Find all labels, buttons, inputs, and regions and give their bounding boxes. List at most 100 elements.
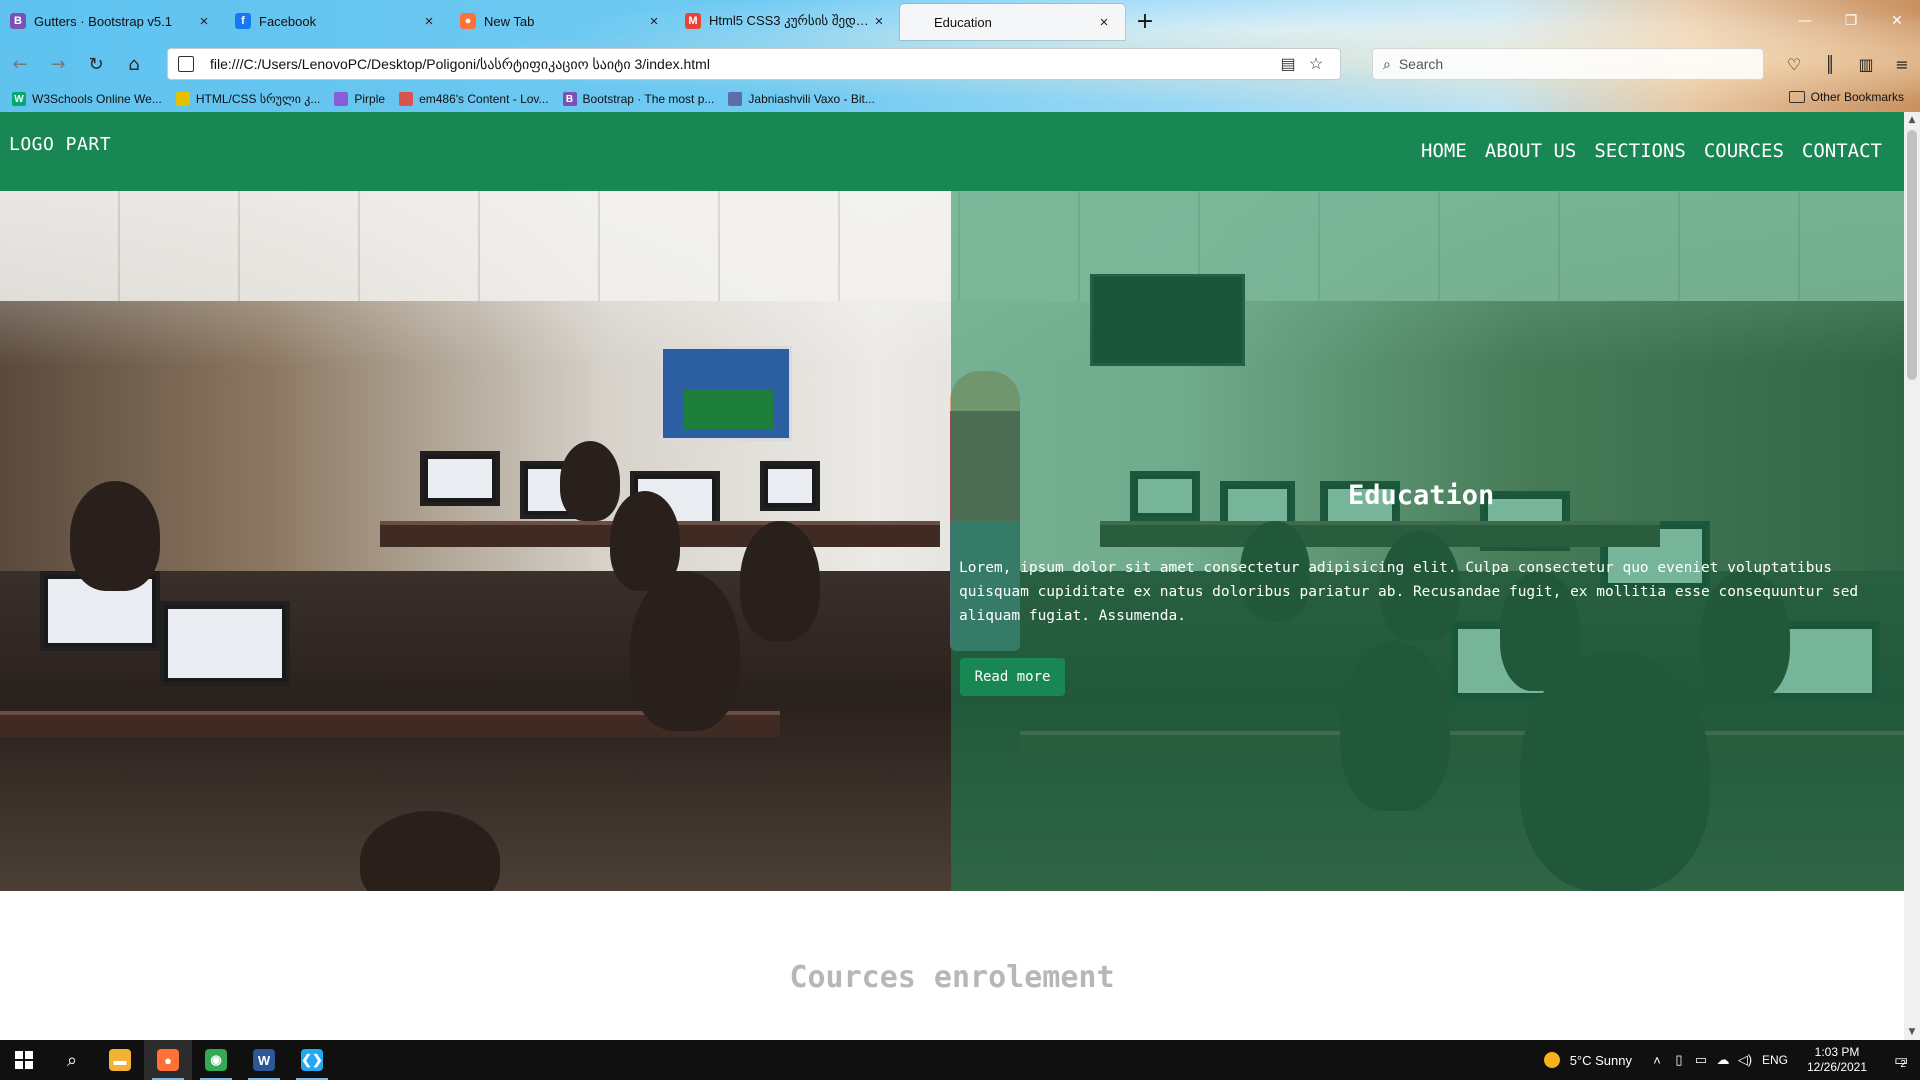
- weather-text[interactable]: 5°C Sunny: [1570, 1053, 1632, 1068]
- bookmark-favicon-icon: W: [12, 92, 26, 106]
- hero-photo-projector-screen: [660, 346, 792, 441]
- tab-close-icon[interactable]: ×: [870, 13, 888, 30]
- bookmark-item[interactable]: Pirple: [334, 92, 385, 106]
- reader-view-icon[interactable]: ▤: [1274, 50, 1302, 78]
- other-bookmarks-label: Other Bookmarks: [1810, 90, 1904, 104]
- language-indicator[interactable]: ENG: [1762, 1053, 1788, 1067]
- bookmark-item[interactable]: Jabniashvili Vaxo - Bit...: [728, 92, 875, 106]
- browser-tab[interactable]: f Facebook ×: [225, 0, 450, 42]
- photo-person: [630, 571, 740, 731]
- browser-tab[interactable]: M Html5 CSS3 კურსის შედეგი ×: [675, 0, 900, 42]
- tray-chevron-icon[interactable]: ˄: [1646, 1053, 1668, 1068]
- onedrive-icon[interactable]: ☁: [1712, 1052, 1734, 1068]
- start-icon[interactable]: [0, 1040, 48, 1080]
- tab-title: New Tab: [484, 13, 535, 29]
- home-icon[interactable]: ⌂: [116, 48, 152, 80]
- nav-link[interactable]: ABOUT US: [1485, 140, 1577, 162]
- bookmark-item[interactable]: HTML/CSS სრული კ...: [175, 92, 321, 106]
- nav-link[interactable]: COURCES: [1704, 140, 1784, 162]
- url-text[interactable]: file:///C:/Users/LenovoPC/Desktop/Poligo…: [210, 56, 1274, 73]
- volume-icon[interactable]: ◁): [1734, 1052, 1756, 1068]
- close-window-icon[interactable]: ✕: [1874, 0, 1920, 42]
- hero-section: Education Lorem, ipsum dolor sit amet co…: [0, 191, 1904, 891]
- pocket-icon[interactable]: ♡: [1776, 48, 1812, 80]
- search-bar[interactable]: ⌕ Search: [1372, 48, 1764, 80]
- file-explorer-icon: ▬: [109, 1049, 131, 1071]
- nav-link[interactable]: HOME: [1421, 140, 1467, 162]
- scroll-down-icon[interactable]: ▼: [1904, 1024, 1920, 1040]
- tab-close-icon[interactable]: ×: [195, 13, 213, 30]
- browser-tab[interactable]: B Gutters · Bootstrap v5.1 ×: [0, 0, 225, 42]
- tab-favicon-icon: B: [10, 13, 26, 29]
- tab-favicon-icon: ●: [460, 13, 476, 29]
- system-tray: 5°C Sunny ˄ ▯ ▭ ☁ ◁) ENG 1:03 PM 12/26/2…: [1543, 1040, 1920, 1080]
- menu-icon[interactable]: ≡: [1884, 48, 1920, 80]
- photo-monitor: [160, 601, 290, 686]
- browser-tab[interactable]: Education ×: [900, 4, 1125, 40]
- notification-count: 2: [1900, 1058, 1906, 1070]
- tab-close-icon[interactable]: ×: [420, 13, 438, 30]
- browser-tab[interactable]: ● New Tab ×: [450, 0, 675, 42]
- taskbar-app-word[interactable]: W: [240, 1040, 288, 1080]
- taskbar-app-chrome[interactable]: ◉: [192, 1040, 240, 1080]
- site-header: LOGO PART HOME ABOUT US SECTIONS COURCES CON…: [0, 112, 1904, 191]
- firefox-icon: ●: [157, 1049, 179, 1071]
- weather-sun-icon[interactable]: [1543, 1052, 1560, 1068]
- clock-time: 1:03 PM: [1814, 1045, 1860, 1059]
- notification-icon[interactable]: ▭ 2: [1880, 1051, 1920, 1070]
- page-viewport: LOGO PART HOME ABOUT US SECTIONS COURCES CON…: [0, 112, 1904, 1040]
- bookmark-label: em486's Content - Lov...: [419, 92, 549, 106]
- restore-icon[interactable]: ❐: [1828, 0, 1874, 42]
- chrome-icon: ◉: [205, 1049, 227, 1071]
- back-icon[interactable]: ←: [2, 48, 38, 80]
- photo-person: [70, 481, 160, 591]
- tab-title: Facebook: [259, 13, 317, 29]
- tray-device-icon[interactable]: ▯: [1668, 1052, 1690, 1068]
- window-controls: — ❐ ✕: [1782, 0, 1920, 42]
- tab-close-icon[interactable]: ×: [645, 13, 663, 30]
- tabs-container: B Gutters · Bootstrap v5.1 × f Facebook × ● New…: [0, 0, 1125, 42]
- forward-icon[interactable]: →: [40, 48, 76, 80]
- nav-link[interactable]: CONTACT: [1802, 140, 1882, 162]
- taskbar-app-vscode[interactable]: ❮❯: [288, 1040, 336, 1080]
- new-tab-button[interactable]: +: [1125, 0, 1165, 42]
- tab-favicon-icon: M: [685, 13, 701, 29]
- page-icon: [178, 56, 194, 72]
- reload-icon[interactable]: ↻: [78, 48, 114, 80]
- photo-person: [560, 441, 620, 521]
- library-icon[interactable]: ║: [1812, 48, 1848, 80]
- read-more-button[interactable]: Read more: [960, 658, 1065, 696]
- bookmark-favicon-icon: [399, 92, 414, 106]
- bookmark-item[interactable]: W W3Schools Online We...: [12, 92, 162, 106]
- minimize-icon[interactable]: —: [1782, 0, 1828, 42]
- photo-person: [740, 521, 820, 641]
- scroll-thumb[interactable]: [1907, 130, 1917, 380]
- other-bookmarks[interactable]: Other Bookmarks: [1788, 90, 1904, 104]
- bookmark-item[interactable]: em486's Content - Lov...: [399, 92, 549, 106]
- bookmark-label: Bootstrap · The most p...: [582, 92, 715, 106]
- clock[interactable]: 1:03 PM 12/26/2021: [1798, 1045, 1876, 1075]
- tab-title: Education: [934, 14, 992, 30]
- tab-favicon-icon: [910, 14, 926, 30]
- tab-close-icon[interactable]: ×: [1095, 14, 1113, 31]
- photo-monitor: [420, 451, 500, 506]
- taskbar-search-icon[interactable]: ⌕: [48, 1040, 96, 1080]
- page-scrollbar[interactable]: ▲ ▼: [1904, 112, 1920, 1040]
- bookmark-label: HTML/CSS სრული კ...: [195, 92, 321, 106]
- bookmark-item[interactable]: B Bootstrap · The most p...: [562, 92, 715, 106]
- taskbar-app-file-explorer[interactable]: ▬: [96, 1040, 144, 1080]
- address-bar[interactable]: file:///C:/Users/LenovoPC/Desktop/Poligo…: [167, 48, 1341, 80]
- scroll-up-icon[interactable]: ▲: [1904, 112, 1920, 128]
- nav-link[interactable]: SECTIONS: [1594, 140, 1686, 162]
- logo[interactable]: LOGO PART: [9, 134, 111, 155]
- taskbar-app-firefox[interactable]: ●: [144, 1040, 192, 1080]
- bookmark-list: W W3Schools Online We... HTML/CSS სრული კ.…: [12, 92, 889, 106]
- sidebar-icon[interactable]: ▥: [1848, 48, 1884, 80]
- navigation-toolbar: ← → ↻ ⌂ file:///C:/Users/LenovoPC/Deskto…: [0, 44, 1920, 84]
- browser-chrome: B Gutters · Bootstrap v5.1 × f Facebook × ● New…: [0, 0, 1920, 112]
- network-icon[interactable]: ▭: [1690, 1052, 1712, 1068]
- bookmark-star-icon[interactable]: ☆: [1302, 50, 1330, 78]
- hero-text: Lorem, ipsum dolor sit amet consectetur …: [959, 560, 1859, 624]
- search-placeholder: Search: [1398, 56, 1444, 72]
- bookmark-label: Jabniashvili Vaxo - Bit...: [748, 92, 875, 106]
